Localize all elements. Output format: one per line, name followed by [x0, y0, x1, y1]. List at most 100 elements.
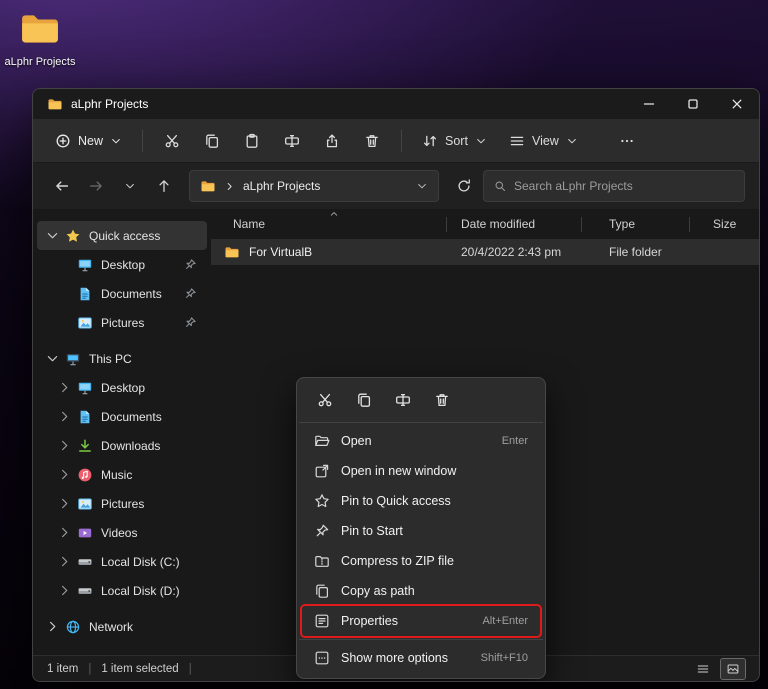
status-divider: |	[188, 662, 192, 675]
picture-icon	[77, 496, 93, 512]
delete-button[interactable]	[353, 125, 391, 157]
copy-icon	[356, 392, 372, 408]
thumbnail-view-button[interactable]	[720, 657, 746, 680]
menu-item-compress-to-zip[interactable]: Compress to ZIP file	[302, 546, 540, 576]
share-button[interactable]	[313, 125, 351, 157]
ellipsis-icon	[619, 133, 635, 149]
context-menu-quick-actions	[297, 383, 545, 419]
rename-button[interactable]	[273, 125, 311, 157]
minimize-button[interactable]	[627, 89, 671, 119]
chevron-right-icon[interactable]	[57, 583, 72, 598]
sidebar-item-pc-desktop[interactable]: Desktop	[37, 373, 207, 402]
menu-divider	[299, 422, 543, 423]
status-divider: |	[88, 662, 92, 675]
column-header-name[interactable]: Name	[211, 217, 449, 231]
copy-button[interactable]	[355, 392, 373, 410]
chevron-down-icon	[124, 180, 136, 192]
cut-button[interactable]	[153, 125, 191, 157]
menu-item-copy-as-path[interactable]: Copy as path	[302, 576, 540, 606]
sidebar-item-local-disk-c[interactable]: Local Disk (C:)	[37, 547, 207, 576]
menu-item-open[interactable]: Open Enter	[302, 426, 540, 456]
breadcrumb-location[interactable]: aLphr Projects	[243, 179, 320, 193]
menu-item-label: Show more options	[341, 651, 449, 665]
delete-button[interactable]	[433, 392, 451, 410]
menu-item-open-in-new-window[interactable]: Open in new window	[302, 456, 540, 486]
recent-locations-button[interactable]	[115, 172, 145, 200]
paste-button[interactable]	[233, 125, 271, 157]
sidebar-item-this-pc[interactable]: This PC	[37, 344, 207, 373]
sidebar-item-label: Desktop	[101, 257, 146, 272]
menu-item-pin-to-start[interactable]: Pin to Start	[302, 516, 540, 546]
chevron-right-icon[interactable]	[57, 438, 72, 453]
plus-circle-icon	[55, 133, 71, 149]
chevron-right-icon[interactable]	[45, 619, 60, 634]
menu-item-shortcut: Alt+Enter	[482, 615, 528, 627]
forward-button[interactable]	[81, 172, 111, 200]
chevron-down-icon[interactable]	[45, 351, 60, 366]
quick-access-star-icon	[65, 228, 81, 244]
copy-button[interactable]	[193, 125, 231, 157]
menu-item-show-more-options[interactable]: Show more options Shift+F10	[302, 643, 540, 673]
chevron-right-icon[interactable]	[57, 496, 72, 511]
desktop-shortcut[interactable]: aLphr Projects	[4, 6, 76, 69]
cut-icon	[164, 133, 180, 149]
chevron-right-icon[interactable]	[57, 409, 72, 424]
maximize-button[interactable]	[671, 89, 715, 119]
details-view-button[interactable]	[691, 659, 715, 679]
minimize-icon	[641, 96, 657, 112]
network-icon	[65, 619, 81, 635]
chevron-down-icon[interactable]	[45, 228, 60, 243]
view-button[interactable]: View	[499, 125, 588, 157]
arrow-right-icon	[88, 178, 104, 194]
search-box[interactable]	[483, 170, 745, 202]
column-divider[interactable]	[446, 217, 447, 232]
sidebar-item-label: Pictures	[101, 315, 145, 330]
column-header-type[interactable]: Type	[597, 217, 701, 231]
sidebar-item-desktop[interactable]: Desktop	[37, 250, 207, 279]
refresh-button[interactable]	[449, 172, 479, 200]
column-header-size[interactable]: Size	[701, 217, 759, 231]
up-button[interactable]	[149, 172, 179, 200]
chevron-right-icon[interactable]	[57, 467, 72, 482]
folder-icon	[200, 178, 216, 194]
column-header-date-modified[interactable]: Date modified	[449, 217, 597, 231]
sidebar-item-label: Videos	[101, 525, 138, 540]
sidebar-item-label: Local Disk (C:)	[101, 554, 180, 569]
cut-button[interactable]	[316, 392, 334, 410]
sidebar-item-pictures[interactable]: Pictures	[37, 308, 207, 337]
menu-item-properties[interactable]: Properties Alt+Enter	[302, 606, 540, 636]
sidebar-item-documents[interactable]: Documents	[37, 279, 207, 308]
column-divider[interactable]	[581, 217, 582, 232]
rename-button[interactable]	[394, 392, 412, 410]
chevron-down-icon[interactable]	[416, 180, 428, 192]
title-bar[interactable]: aLphr Projects	[33, 89, 759, 119]
sidebar-item-pc-documents[interactable]: Documents	[37, 402, 207, 431]
search-input[interactable]	[514, 179, 734, 193]
menu-item-pin-to-quick-access[interactable]: Pin to Quick access	[302, 486, 540, 516]
refresh-icon	[456, 178, 472, 194]
chevron-down-icon	[475, 135, 487, 147]
sidebar-item-music[interactable]: Music	[37, 460, 207, 489]
chevron-down-icon	[110, 135, 122, 147]
back-button[interactable]	[47, 172, 77, 200]
chevron-right-icon[interactable]	[57, 525, 72, 540]
sidebar-item-downloads[interactable]: Downloads	[37, 431, 207, 460]
new-button[interactable]: New	[45, 125, 132, 157]
sort-button[interactable]: Sort	[412, 125, 497, 157]
window-body: Quick access Desktop Documents Pictures	[33, 209, 759, 679]
sidebar-item-network[interactable]: Network	[37, 612, 207, 641]
chevron-right-icon[interactable]	[57, 380, 72, 395]
more-options-button[interactable]	[608, 125, 646, 157]
sidebar-item-videos[interactable]: Videos	[37, 518, 207, 547]
file-explorer-window: aLphr Projects New Sort View aLphr Proje…	[32, 88, 760, 682]
sidebar-item-local-disk-d[interactable]: Local Disk (D:)	[37, 576, 207, 605]
sidebar-item-quick-access[interactable]: Quick access	[37, 221, 207, 250]
chevron-right-icon[interactable]	[57, 554, 72, 569]
column-divider[interactable]	[689, 217, 690, 232]
close-button[interactable]	[715, 89, 759, 119]
file-row[interactable]: For VirtualB 20/4/2022 2:43 pm File fold…	[211, 239, 759, 265]
address-breadcrumb[interactable]: aLphr Projects	[189, 170, 439, 202]
sidebar-item-pc-pictures[interactable]: Pictures	[37, 489, 207, 518]
details-view-icon	[696, 662, 710, 676]
